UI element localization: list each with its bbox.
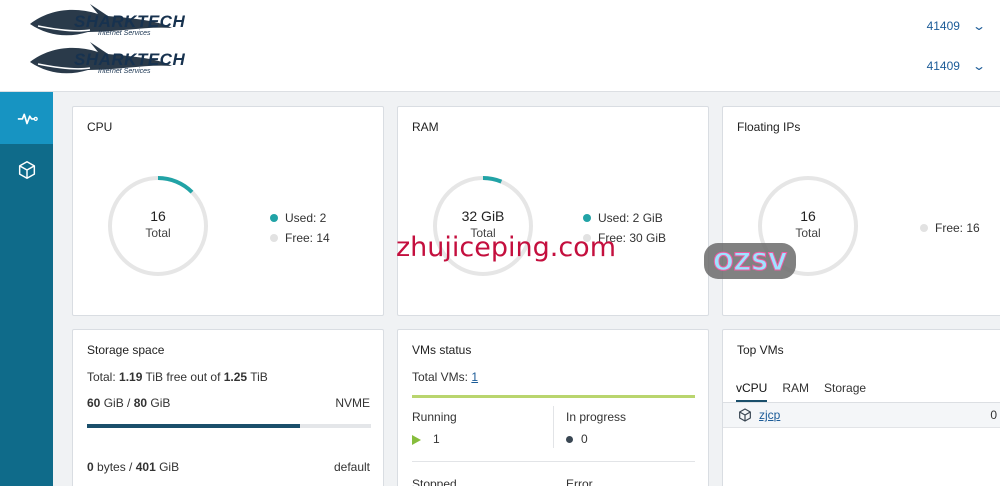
status-bar [412,395,695,398]
cube-icon [739,408,751,422]
nvme-used-unit: GiB / [100,396,134,410]
top-vms-card: Top VMs vCPU RAM Storage zjcp 0 [722,329,1000,486]
ram-total-value: 32 GiB [461,208,505,224]
storage-total-all: 1.25 [223,370,248,384]
running-value: 1 [412,432,440,446]
table-row[interactable]: zjcp 0 [723,403,1000,428]
used-dot-icon [583,214,591,222]
default-total: 401 [135,460,156,474]
storage-total: Total: 1.19 TiB free out of 1.25 TiB [87,370,268,384]
chevron-down-icon: ⌄ [971,19,987,33]
nvme-progress-bar [87,424,371,428]
total-vms: Total VMs: 1 [412,370,478,384]
sharktech-logo-secondary[interactable]: SHARKTECH Internet Services [28,40,185,82]
cpu-total-value: 16 [150,208,166,224]
logo-subtitle: Internet Services [98,30,151,37]
cpu-legend: Used: 2 Free: 14 [270,208,330,248]
card-title: RAM [412,120,439,134]
default-used: 0 [87,460,94,474]
storage-total-mid: TiB free out of [142,370,224,384]
tab-storage[interactable]: Storage [824,381,866,402]
running-label: Running [412,410,457,424]
used-dot-icon [270,214,278,222]
nvme-used: 60 [87,396,101,410]
account-dropdown-secondary[interactable]: 41409 ⌄ [926,59,987,73]
card-title: CPU [87,120,113,134]
cube-icon [18,161,35,179]
ram-used-label: Used: 2 GiB [598,211,663,225]
ram-card: RAM 32 GiB Total Used: 2 GiB Free: 30 Gi… [397,106,709,316]
card-title: Storage space [87,343,165,357]
card-title: Floating IPs [737,120,801,134]
storage-total-free: 1.19 [119,370,143,384]
logo-text: SHARKTECH [74,50,186,69]
cpu-used-label: Used: 2 [285,211,327,225]
in-progress-value: 0 [566,432,588,446]
floating-ips-card: Floating IPs 16 Total Free: 16 [722,106,1000,316]
cpu-donut: 16 Total [106,174,210,278]
in-progress-label: In progress [566,410,627,424]
cpu-card: CPU 16 Total Used: 2 Free: 14 [72,106,384,316]
status-dot-icon [566,436,573,444]
storage-total-suffix: TiB [247,370,268,384]
sidebar [0,92,53,486]
watermark-badge: OZSV [702,239,798,283]
default-used-unit: bytes / [93,460,136,474]
chevron-down-icon: ⌄ [971,59,987,73]
default-total-unit: GiB [155,460,180,474]
divider [412,461,695,462]
account-id: 41409 [926,59,960,73]
nvme-label: NVME [335,396,370,410]
storage-total-prefix: Total: [87,370,120,384]
floating-ips-total-label: Total [795,226,821,240]
card-title: VMs status [412,343,472,357]
nvme-total: 80 [133,396,148,410]
tab-vcpu[interactable]: vCPU [736,381,768,402]
vm-name-link[interactable]: zjcp [759,408,780,422]
logo-text: SHARKTECH [74,12,186,31]
cpu-total-label: Total [145,226,171,240]
play-icon [412,434,421,445]
logo-subtitle: Internet Services [98,68,151,75]
account-id: 41409 [926,19,960,33]
watermark-badge-text: OZSV [713,248,787,276]
default-label: default [333,460,370,474]
cpu-free-label: Free: 14 [285,231,330,245]
free-dot-icon [270,234,278,242]
storage-card: Storage space Total: 1.19 TiB free out o… [72,329,384,486]
sidebar-item-dashboard[interactable] [0,92,53,144]
in-progress-count: 0 [581,432,588,446]
top-vms-tabs: vCPU RAM Storage [736,381,866,402]
running-count: 1 [433,432,440,446]
activity-icon [17,113,38,125]
default-usage: 0 bytes / 401 GiB [87,460,179,474]
stopped-label: Stopped [412,477,457,486]
floating-ips-total-value: 16 [800,208,816,224]
tab-ram[interactable]: RAM [782,381,809,402]
vm-value: 0 [990,408,997,422]
watermark-text: zhujiceping.com [396,232,616,263]
top-header: SHARKTECH Internet Services SHARKTECH In… [0,0,1000,92]
error-label: Error [566,477,593,486]
vms-status-card: VMs status Total VMs: 1 Running 1 In pro… [397,329,709,486]
card-title: Top VMs [737,343,784,357]
total-vms-link[interactable]: 1 [471,370,478,384]
sidebar-item-vms[interactable] [0,144,53,196]
sharktech-logo[interactable]: SHARKTECH Internet Services [28,2,185,44]
floating-ips-legend: Free: 16 [920,218,980,238]
nvme-total-unit: GiB [147,396,171,410]
nvme-usage: 60 GiB / 80 GiB [87,396,170,410]
total-vms-label: Total VMs: [412,370,472,384]
divider [553,406,554,448]
nvme-progress-fill [87,424,300,428]
free-dot-icon [920,224,928,232]
floating-ips-free-label: Free: 16 [935,221,980,235]
account-dropdown[interactable]: 41409 ⌄ [926,19,987,33]
